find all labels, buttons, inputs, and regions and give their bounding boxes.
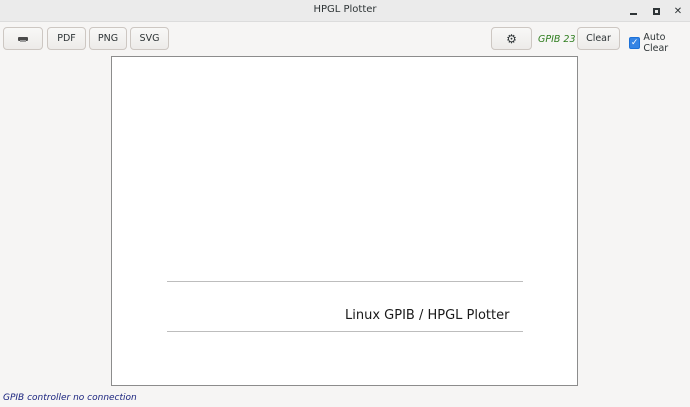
clear-button[interactable]: Clear <box>577 27 620 50</box>
export-pdf-button[interactable]: PDF <box>47 27 86 50</box>
export-png-button[interactable]: PNG <box>89 27 127 50</box>
title-bar[interactable]: HPGL Plotter ✕ <box>0 0 690 22</box>
plot-text: Linux GPIB / HPGL Plotter <box>345 308 510 323</box>
app-window: HPGL Plotter ✕ PDF PNG SVG ⚙ GPIB 23 Cle… <box>0 0 690 407</box>
minimize-button[interactable] <box>625 3 641 19</box>
checkmark-icon: ✓ <box>630 37 639 48</box>
gpib-address-label: GPIB 23 <box>538 34 576 45</box>
plot-line-bottom <box>167 331 523 332</box>
export-svg-button[interactable]: SVG <box>130 27 169 50</box>
auto-clear-toggle[interactable]: ✓ Auto Clear <box>629 32 690 54</box>
window-title: HPGL Plotter <box>313 4 377 15</box>
auto-clear-label: Auto Clear <box>643 32 669 54</box>
close-icon: ✕ <box>673 5 683 17</box>
minimize-icon <box>629 13 637 15</box>
settings-button[interactable]: ⚙ <box>491 27 532 50</box>
maximize-icon <box>652 7 660 15</box>
close-button[interactable]: ✕ <box>670 3 686 19</box>
gear-icon: ⚙ <box>506 31 517 46</box>
plot-canvas[interactable]: Linux GPIB / HPGL Plotter <box>111 56 578 386</box>
printer-icon <box>18 36 28 42</box>
auto-clear-checkbox[interactable]: ✓ <box>629 37 641 49</box>
maximize-button[interactable] <box>648 3 664 19</box>
status-bar-text: GPIB controller no connection <box>3 393 137 403</box>
plot-line-top <box>167 281 523 282</box>
print-button[interactable] <box>3 27 43 50</box>
toolbar: PDF PNG SVG ⚙ GPIB 23 Clear ✓ Auto Clear <box>0 22 690 54</box>
